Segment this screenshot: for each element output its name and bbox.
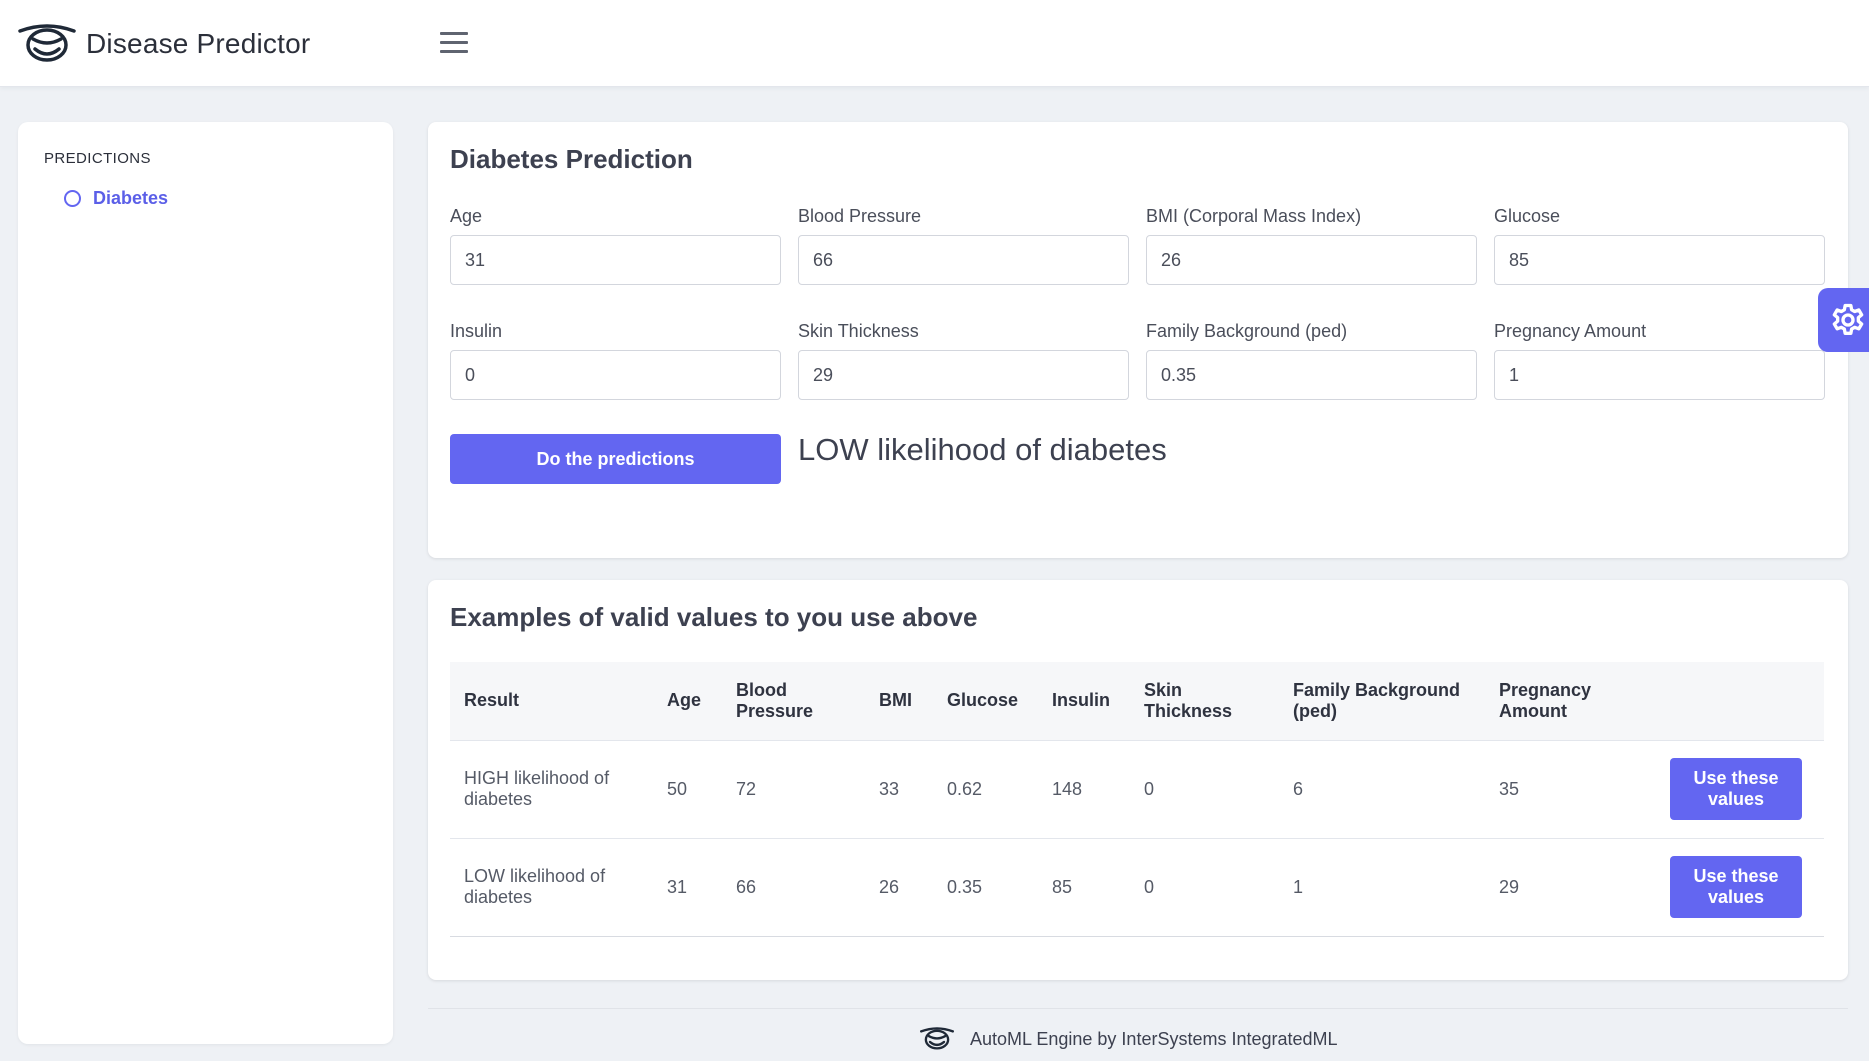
cell-family-background: 1: [1293, 876, 1304, 897]
cell-age: 50: [667, 778, 688, 799]
table-header-row: Result Age Blood Pressure BMI Glucose In…: [450, 662, 1824, 740]
cell-pregnancy-amount: 35: [1499, 778, 1520, 799]
top-navbar: Disease Predictor: [0, 0, 1869, 87]
insulin-label: Insulin: [450, 321, 503, 341]
column-header-pregnancy-amount: Pregnancy Amount: [1499, 679, 1592, 721]
use-these-values-button[interactable]: Use these values: [1670, 856, 1802, 918]
bmi-label: BMI (Corporal Mass Index): [1146, 206, 1362, 226]
column-header-family-background: Family Background (ped): [1293, 679, 1461, 721]
pregnancy-amount-input[interactable]: [1494, 350, 1825, 400]
age-input[interactable]: [450, 235, 781, 285]
settings-button[interactable]: [1818, 288, 1869, 352]
footer: AutoML Engine by InterSystems Integrated…: [920, 1024, 1338, 1054]
cell-insulin: 148: [1052, 778, 1083, 799]
cell-pregnancy-amount: 29: [1499, 876, 1520, 897]
sidebar: PREDICTIONS Diabetes: [18, 122, 393, 1044]
cell-glucose: 0.35: [947, 876, 983, 897]
footer-text: AutoML Engine by InterSystems Integrated…: [970, 1028, 1338, 1049]
cell-skin-thickness: 0: [1144, 778, 1155, 799]
pregnancy-amount-label: Pregnancy Amount: [1494, 321, 1647, 341]
skin-thickness-label: Skin Thickness: [798, 321, 919, 341]
cell-action: Use these values: [1656, 838, 1824, 936]
sidebar-item-label: Diabetes: [93, 188, 169, 208]
examples-card: Examples of valid values to you use abov…: [428, 580, 1848, 980]
app-title: Disease Predictor: [86, 28, 311, 59]
cell-result: LOW likelihood of diabetes: [464, 866, 606, 907]
bmi-input[interactable]: [1146, 235, 1477, 285]
cell-blood-pressure: 72: [736, 778, 757, 799]
circle-outline-icon: [64, 190, 81, 207]
column-header-glucose: Glucose: [947, 690, 1019, 711]
brand[interactable]: Disease Predictor: [18, 19, 310, 69]
footer-divider: [428, 1008, 1848, 1009]
cell-bmi: 33: [879, 778, 900, 799]
column-header-bmi: BMI: [879, 690, 912, 711]
cell-blood-pressure: 66: [736, 876, 757, 897]
hamburger-menu-icon[interactable]: [440, 32, 468, 54]
column-header-age: Age: [667, 690, 702, 711]
blood-pressure-input[interactable]: [798, 235, 1129, 285]
cell-result: HIGH likelihood of diabetes: [464, 768, 610, 809]
examples-title: Examples of valid values to you use abov…: [450, 602, 978, 632]
cell-age: 31: [667, 876, 688, 897]
glucose-label: Glucose: [1494, 206, 1561, 226]
cell-family-background: 6: [1293, 778, 1304, 799]
column-header-insulin: Insulin: [1052, 690, 1110, 711]
table-row: LOW likelihood of diabetes 31 66 26 0.35…: [450, 838, 1824, 936]
smile-logo-icon: [18, 24, 76, 62]
column-header-result: Result: [464, 690, 520, 711]
glucose-input[interactable]: [1494, 235, 1825, 285]
do-predictions-button[interactable]: Do the predictions: [450, 434, 781, 484]
sidebar-item-diabetes[interactable]: Diabetes: [64, 188, 168, 209]
prediction-card: Diabetes Prediction Age Blood Pressure B…: [428, 122, 1848, 558]
cell-insulin: 85: [1052, 876, 1073, 897]
gear-icon: [1832, 303, 1864, 335]
cell-action: Use these values: [1656, 740, 1824, 838]
cell-glucose: 0.62: [947, 778, 983, 799]
insulin-input[interactable]: [450, 350, 781, 400]
family-background-label: Family Background (ped): [1146, 321, 1348, 341]
smile-logo-icon: [920, 1027, 954, 1050]
cell-skin-thickness: 0: [1144, 876, 1155, 897]
cell-bmi: 26: [879, 876, 900, 897]
use-these-values-button[interactable]: Use these values: [1670, 758, 1802, 820]
age-label: Age: [450, 206, 483, 226]
column-header-blood-pressure: Blood Pressure: [736, 679, 814, 721]
examples-table: Result Age Blood Pressure BMI Glucose In…: [450, 662, 1824, 937]
family-background-input[interactable]: [1146, 350, 1477, 400]
column-header-action: [1656, 662, 1824, 740]
table-row: HIGH likelihood of diabetes 50 72 33 0.6…: [450, 740, 1824, 838]
prediction-result: LOW likelihood of diabetes: [798, 432, 1167, 467]
prediction-title: Diabetes Prediction: [450, 144, 693, 174]
blood-pressure-label: Blood Pressure: [798, 206, 922, 226]
sidebar-heading: PREDICTIONS: [44, 150, 151, 167]
skin-thickness-input[interactable]: [798, 350, 1129, 400]
column-header-skin-thickness: Skin Thickness: [1144, 679, 1233, 721]
